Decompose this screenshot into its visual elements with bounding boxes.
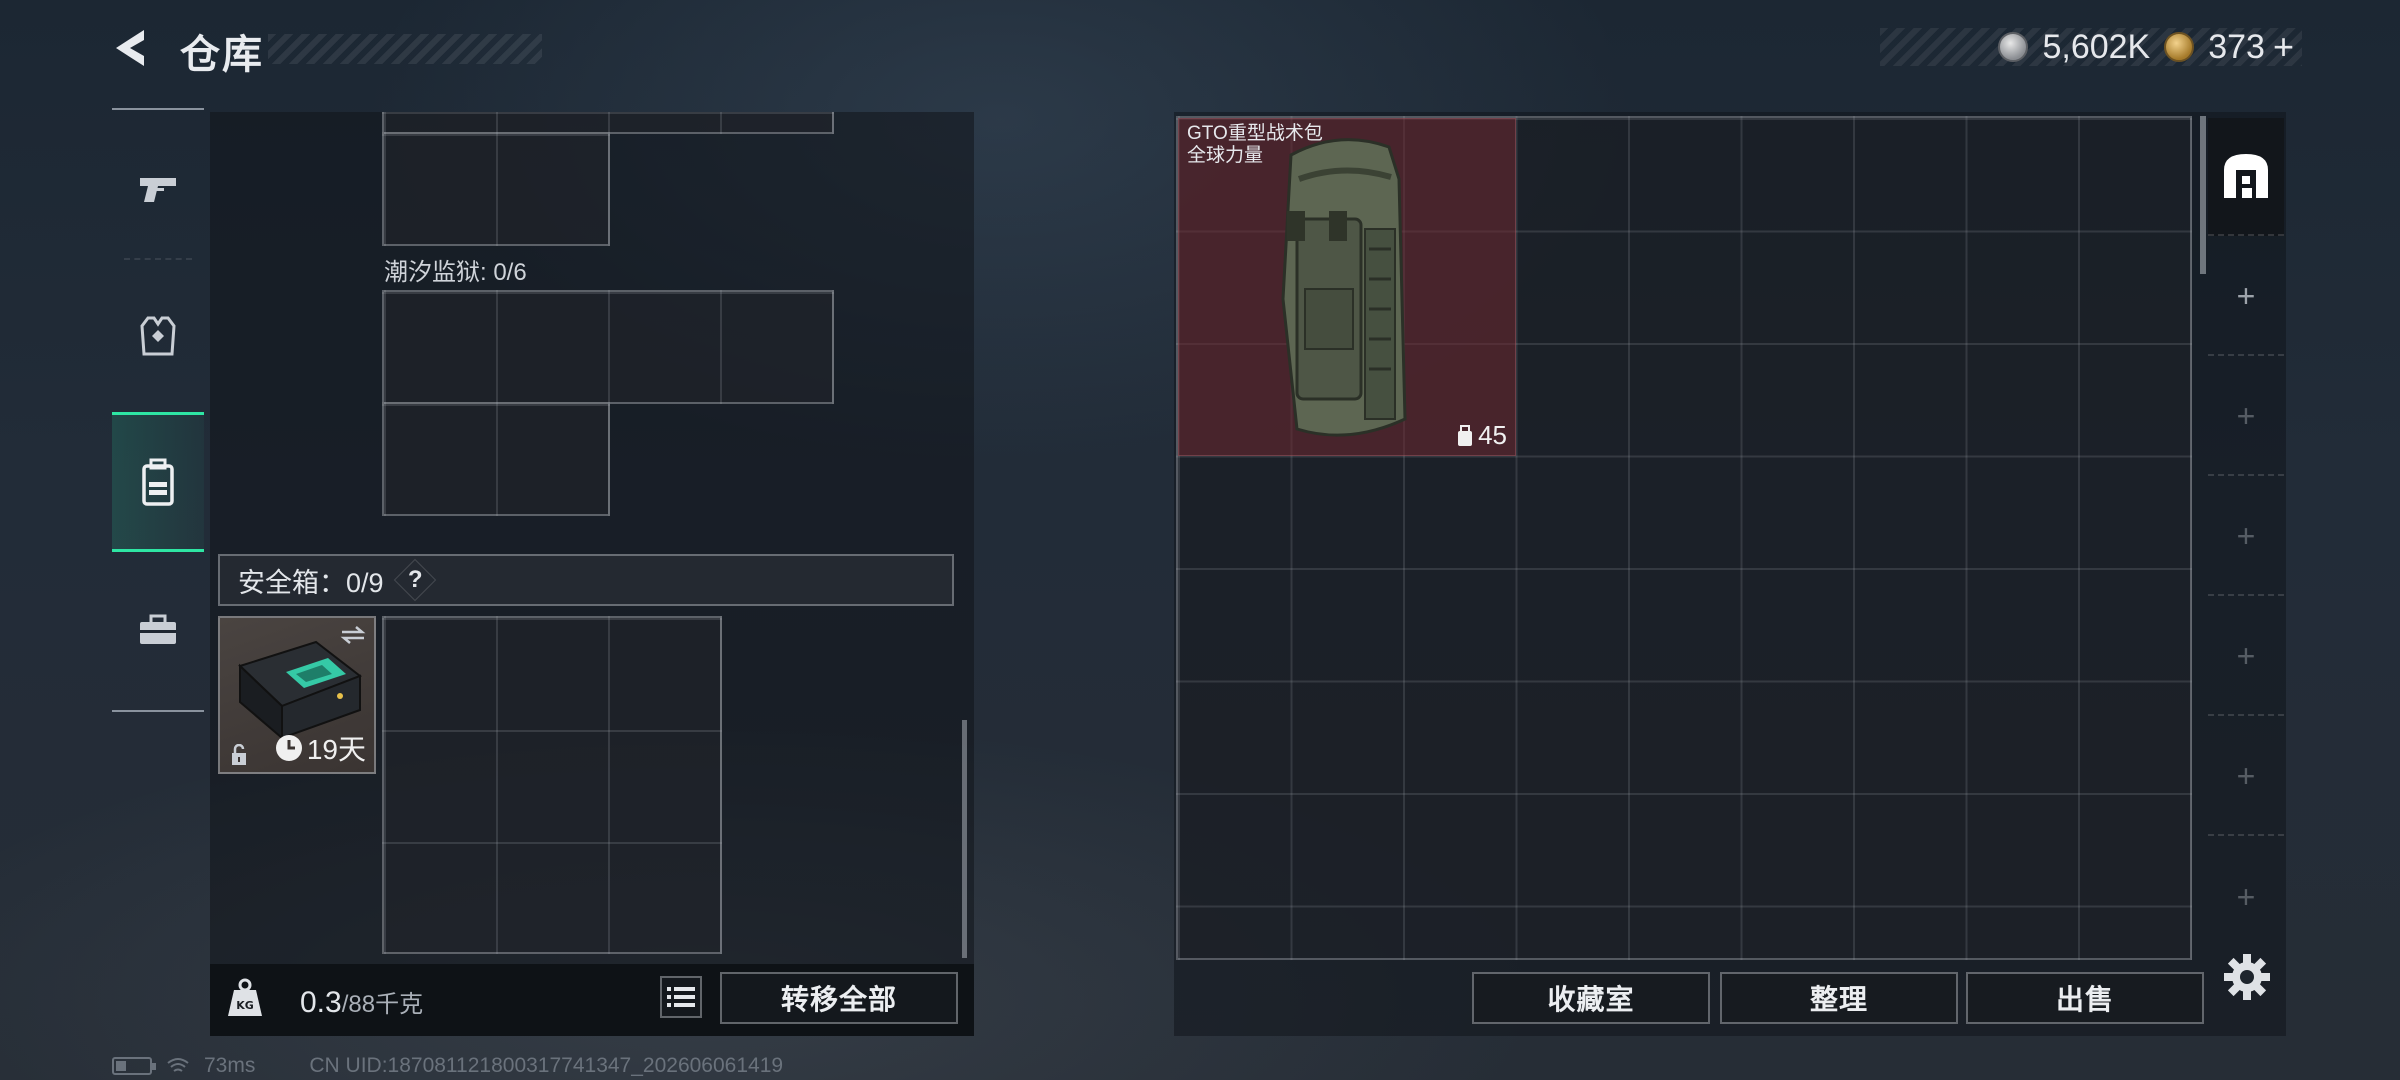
backpack-grid-partial[interactable] (382, 112, 834, 134)
svg-text:KG: KG (236, 999, 254, 1012)
tide-prison-grid-row2[interactable] (382, 402, 610, 516)
collection-room-button[interactable]: 收藏室 (1472, 972, 1710, 1024)
silver-currency-value: 5,602K (2042, 27, 2151, 66)
warehouse-item-gto-backpack[interactable]: GTO重型战术包 全球力量 45 (1178, 118, 1516, 456)
user-uid: CN UID:1870811218003177413​47_2026060614… (309, 1054, 784, 1077)
ping-value: 73ms (204, 1054, 256, 1077)
sort-button[interactable]: 整理 (1720, 972, 1958, 1024)
help-icon: ? (407, 565, 422, 593)
backpack-icon (142, 458, 174, 506)
tab-warehouse-main[interactable] (2208, 118, 2284, 236)
sidebar-bottom-divider (112, 710, 204, 712)
tab-add-storage-2[interactable]: + (2208, 358, 2284, 476)
section-label-tide-prison: 潮汐监狱: 0/6 (384, 259, 527, 286)
carry-weight-value: 0.3 (300, 986, 342, 1019)
list-icon (667, 987, 695, 1007)
back-button[interactable] (108, 24, 156, 72)
safebox-days-left: 19天 (306, 734, 366, 765)
tab-add-storage-1[interactable]: + (2208, 238, 2284, 356)
carry-weight-max: /88千克 (341, 991, 424, 1018)
lock-icon (232, 744, 246, 765)
sell-button[interactable]: 出售 (1966, 972, 2204, 1024)
tab-add-storage-5[interactable]: + (2208, 718, 2284, 836)
safebox-help-button[interactable]: ? (393, 558, 436, 602)
backpack-grid-section[interactable] (382, 132, 610, 246)
safebox-grid[interactable] (382, 616, 722, 954)
battery-icon (112, 1057, 156, 1075)
left-panel-scrollbar[interactable] (962, 720, 967, 958)
warehouse-tabs: + + + + + + (2208, 118, 2284, 958)
title-decoration (268, 34, 542, 64)
tide-prison-grid-row1[interactable] (382, 290, 834, 404)
silver-coin-icon (1998, 32, 2029, 62)
list-view-button[interactable] (660, 976, 702, 1018)
gold-coin-icon (2164, 32, 2195, 62)
safebox-label: 安全箱：0/9 (238, 567, 384, 598)
gear-icon (2224, 954, 2270, 1000)
carry-weight: 0.3/88千克 (300, 984, 423, 1020)
tactical-backpack-icon (1281, 138, 1407, 437)
category-divider (124, 258, 192, 260)
category-supplies[interactable] (112, 570, 204, 690)
tab-add-storage-3[interactable]: + (2208, 478, 2284, 596)
safebox-header: 安全箱：0/9 ? (218, 554, 954, 606)
swap-icon (340, 626, 366, 644)
sidebar-top-divider (112, 108, 204, 110)
tab-add-storage-4[interactable]: + (2208, 598, 2284, 716)
add-currency-button[interactable]: + (2273, 26, 2294, 68)
kg-weight-icon: KG (228, 978, 262, 1016)
item-capacity: 45 (1478, 420, 1507, 450)
transfer-all-button[interactable]: 转移全部 (720, 972, 958, 1024)
clock-icon (275, 735, 302, 761)
tab-add-storage-6[interactable]: + (2208, 838, 2284, 956)
vest-icon (140, 316, 176, 356)
backpack-capacity-icon (1458, 424, 1473, 446)
category-equipment[interactable] (112, 276, 204, 396)
settings-button[interactable] (2220, 950, 2274, 1004)
gold-currency-value: 373 (2208, 27, 2265, 66)
warehouse-scrollbar[interactable] (2200, 116, 2206, 274)
currency-bar: 5,602K 373 + (1880, 26, 2302, 68)
back-arrow-icon (116, 30, 144, 66)
page-title: 仓库 (180, 33, 264, 77)
storage-home-icon (2224, 154, 2268, 198)
system-status-bar: 73ms CN UID:1870811218003177413​47_20260… (112, 1054, 783, 1078)
category-backpack[interactable] (112, 412, 204, 552)
toolbox-icon (140, 614, 176, 644)
category-weapons[interactable] (112, 128, 204, 248)
safebox-item[interactable]: 19天 (218, 616, 376, 774)
wifi-icon (167, 1058, 189, 1072)
pistol-icon (140, 178, 176, 202)
